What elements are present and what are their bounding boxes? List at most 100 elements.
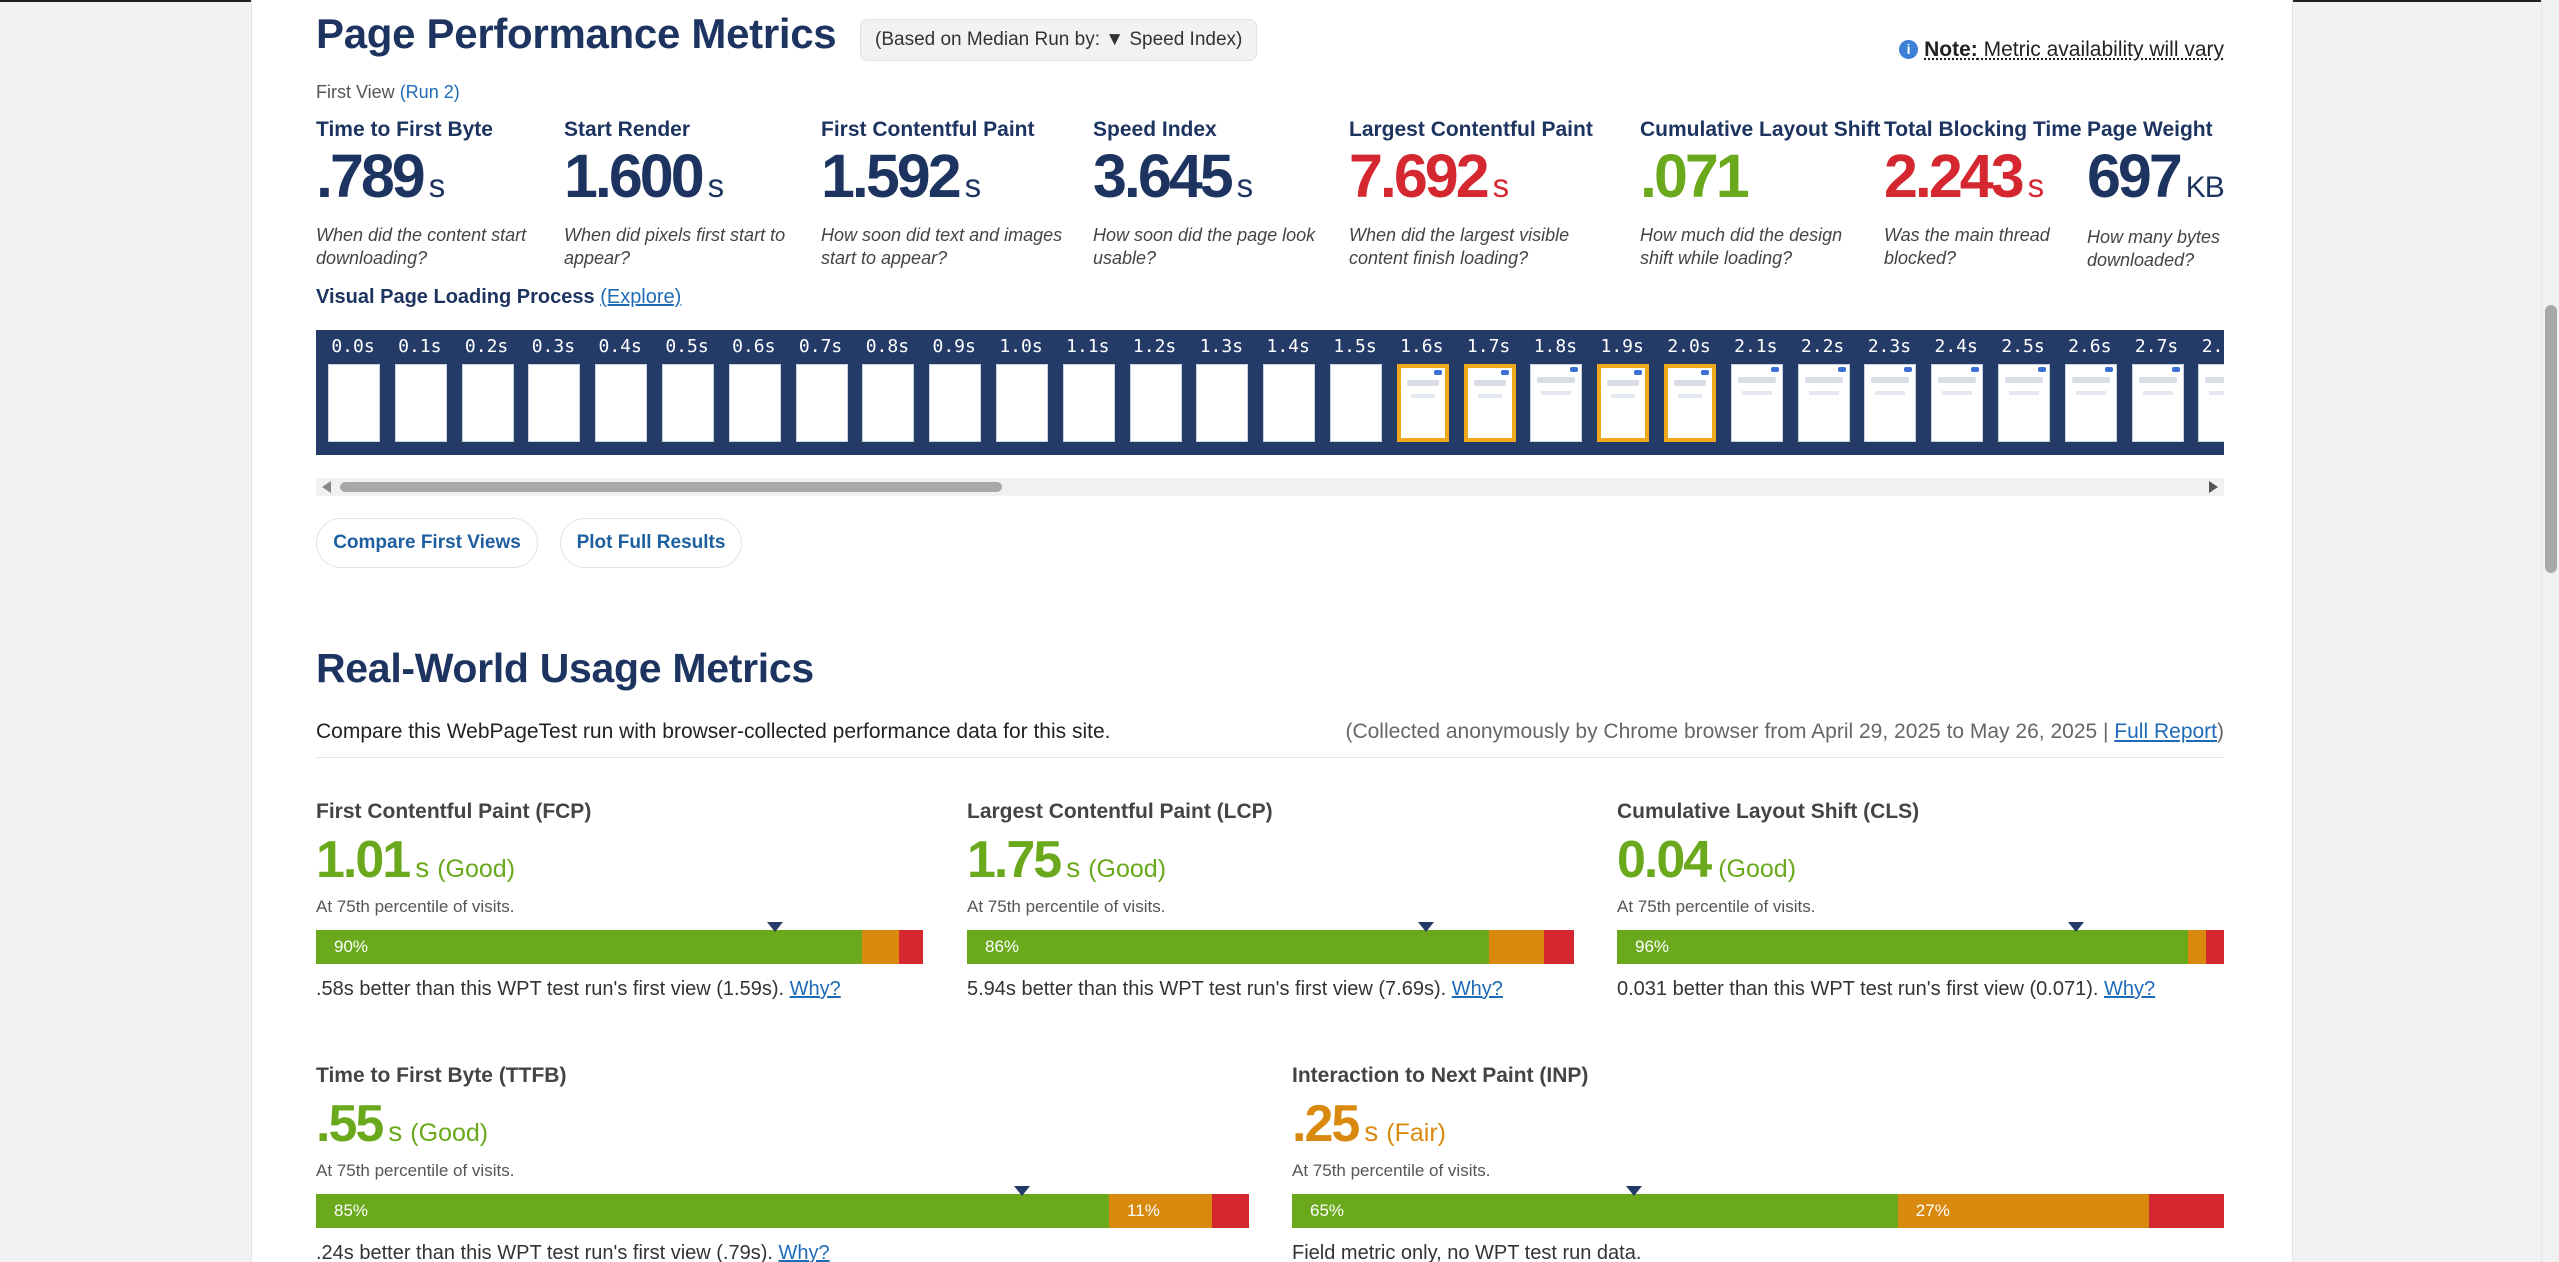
metric-lcp: Largest Contentful Paint 7.692 s When did… <box>1349 118 1593 270</box>
metric-label: Largest Contentful Paint <box>1349 118 1593 141</box>
filmstrip-frame[interactable]: 2.8s <box>2190 330 2224 455</box>
why-link[interactable]: Why? <box>1452 978 1503 1000</box>
filmstrip-frame[interactable]: 0.1s <box>387 330 453 455</box>
filmstrip-frame[interactable]: 0.8s <box>854 330 920 455</box>
filmstrip-scrollbar[interactable] <box>316 478 2224 496</box>
median-run-selector[interactable]: (Based on Median Run by: ▼ Speed Index) <box>860 19 1258 61</box>
frame-thumbnail <box>328 364 380 442</box>
filmstrip-frame[interactable]: 2.2s <box>1790 330 1856 455</box>
comparison-text: 5.94s better than this WPT test run's fi… <box>967 978 1503 1000</box>
filmstrip-frame[interactable]: 1.3s <box>1188 330 1254 455</box>
explore-link[interactable]: (Explore) <box>600 286 681 308</box>
frame-time: 2.8s <box>2201 336 2224 357</box>
percentile-note: At 75th percentile of visits. <box>1617 897 1816 916</box>
filmstrip-frame[interactable]: 2.3s <box>1856 330 1922 455</box>
why-link[interactable]: Why? <box>2104 978 2155 1000</box>
page-scrollbar[interactable] <box>2541 0 2559 1262</box>
full-report-link[interactable]: Full Report <box>2114 720 2217 743</box>
metric-cls: Cumulative Layout Shift .071 How much di… <box>1640 118 1880 270</box>
scroll-right-arrow-icon[interactable] <box>2209 481 2218 493</box>
filmstrip-frame[interactable]: 0.9s <box>921 330 987 455</box>
filmstrip-frame[interactable]: 1.9s <box>1589 330 1655 455</box>
frame-thumbnail <box>929 364 982 442</box>
filmstrip-frame[interactable]: 1.7s <box>1456 330 1522 455</box>
filmstrip-frame[interactable]: 0.2s <box>454 330 520 455</box>
crux-metric-label: Interaction to Next Paint (INP) <box>1292 1064 1589 1087</box>
filmstrip-frame[interactable]: 0.3s <box>520 330 586 455</box>
frame-time: 1.0s <box>999 336 1043 357</box>
distribution-bar: 90% <box>316 930 923 964</box>
filmstrip-frame[interactable]: 1.1s <box>1055 330 1121 455</box>
filmstrip-frame[interactable]: 1.8s <box>1522 330 1588 455</box>
percentile-marker-icon <box>1014 1186 1031 1196</box>
filmstrip-frame[interactable]: 0.0s <box>320 330 386 455</box>
filmstrip-frame[interactable]: 0.5s <box>654 330 720 455</box>
frame-thumbnail <box>1864 364 1917 442</box>
crux-metric-label: Cumulative Layout Shift (CLS) <box>1617 800 1920 823</box>
filmstrip[interactable]: 0.0s 0.1s 0.2s 0.3s 0.4s 0.5s 0.6s 0.7s 0.8s 0.9s… <box>316 330 2224 455</box>
frame-time: 1.7s <box>1466 336 1511 357</box>
note-label: Note: <box>1924 38 1978 61</box>
page-scroll-thumb[interactable] <box>2545 305 2557 573</box>
frame-thumbnail <box>1263 364 1316 442</box>
visual-loading-label: Visual Page Loading Process <box>316 286 601 308</box>
metric-description: When did pixels first start to appear? <box>564 225 786 268</box>
frame-time: 1.4s <box>1266 336 1310 357</box>
why-link[interactable]: Why? <box>790 978 841 1000</box>
metric-ttfb: Time to First Byte .789 s When did the co… <box>316 118 546 270</box>
filmstrip-frame[interactable]: 1.6s <box>1389 330 1455 455</box>
metric-description: How many bytes downloaded? <box>2087 227 2221 270</box>
metric-value: 7.692 s <box>1349 142 1510 210</box>
crux-metric-card: Largest Contentful Paint (LCP) 1.75 s (Good… <box>967 800 1574 1000</box>
metric-description: Was the main thread blocked? <box>1884 225 2050 268</box>
fair-segment: 27% <box>1897 1194 2150 1228</box>
note-text[interactable]: Metric availability will vary <box>1978 38 2224 61</box>
frame-time: 0.6s <box>732 336 776 357</box>
percentile-note: At 75th percentile of visits. <box>1292 1161 1491 1180</box>
metric-label: Total Blocking Time <box>1884 118 2082 141</box>
frame-thumbnail <box>1998 364 2050 442</box>
why-link[interactable]: Why? <box>779 1242 830 1262</box>
frame-thumbnail <box>795 364 848 442</box>
plot-full-results-button[interactable]: Plot Full Results <box>560 518 742 568</box>
filmstrip-frame[interactable]: 1.2s <box>1122 330 1188 455</box>
poor-segment <box>1543 930 1574 964</box>
filmstrip-scroll-thumb[interactable] <box>340 482 1002 492</box>
filmstrip-frame[interactable]: 1.4s <box>1255 330 1321 455</box>
crux-metric-value: 1.01 s (Good) <box>316 831 516 889</box>
filmstrip-frame[interactable]: 0.4s <box>587 330 653 455</box>
filmstrip-frame[interactable]: 2.1s <box>1723 330 1789 455</box>
filmstrip-frame[interactable]: 2.0s <box>1656 330 1722 455</box>
scroll-left-arrow-icon[interactable] <box>322 481 331 493</box>
filmstrip-frame[interactable]: 1.0s <box>988 330 1054 455</box>
filmstrip-frame[interactable]: 2.6s <box>2057 330 2123 455</box>
crux-metric-card: Time to First Byte (TTFB) .55 s (Good) At 75… <box>316 1064 1249 1262</box>
crux-metric-value: 0.04 (Good) <box>1617 831 1797 889</box>
crux-metric-card: Cumulative Layout Shift (CLS) 0.04 (Good) A… <box>1617 800 2224 1000</box>
metric-description: When did the content start downloading? <box>316 225 527 268</box>
run-link[interactable]: (Run 2) <box>400 82 460 102</box>
compare-first-views-button[interactable]: Compare First Views <box>316 518 538 568</box>
frame-thumbnail <box>1597 364 1650 442</box>
frame-thumbnail <box>528 364 581 442</box>
collection-info: (Collected anonymously by Chrome browser… <box>1345 720 2224 744</box>
first-view-text: First View <box>316 82 400 102</box>
frame-time: 2.5s <box>2001 336 2045 357</box>
poor-segment <box>2149 1194 2224 1228</box>
comparison-text: .24s better than this WPT test run's fir… <box>316 1242 830 1262</box>
filmstrip-frame[interactable]: 1.5s <box>1322 330 1388 455</box>
filmstrip-frame[interactable]: 2.7s <box>2124 330 2190 455</box>
filmstrip-frame[interactable]: 2.4s <box>1923 330 1989 455</box>
filmstrip-frame[interactable]: 0.6s <box>721 330 787 455</box>
filmstrip-frame[interactable]: 0.7s <box>788 330 854 455</box>
percentile-marker-icon <box>2068 922 2085 932</box>
metric-label: Speed Index <box>1093 118 1217 141</box>
good-segment: 90% <box>316 930 863 964</box>
frame-time: 0.0s <box>331 336 375 357</box>
frame-time: 1.6s <box>1400 336 1444 357</box>
metric-start-render: Start Render 1.600 s When did pixels firs… <box>564 118 804 270</box>
good-segment: 86% <box>967 930 1490 964</box>
metric-tbt: Total Blocking Time 2.243 s Was the main … <box>1884 118 2084 270</box>
filmstrip-frame[interactable]: 2.5s <box>1990 330 2056 455</box>
divider <box>316 757 2224 758</box>
